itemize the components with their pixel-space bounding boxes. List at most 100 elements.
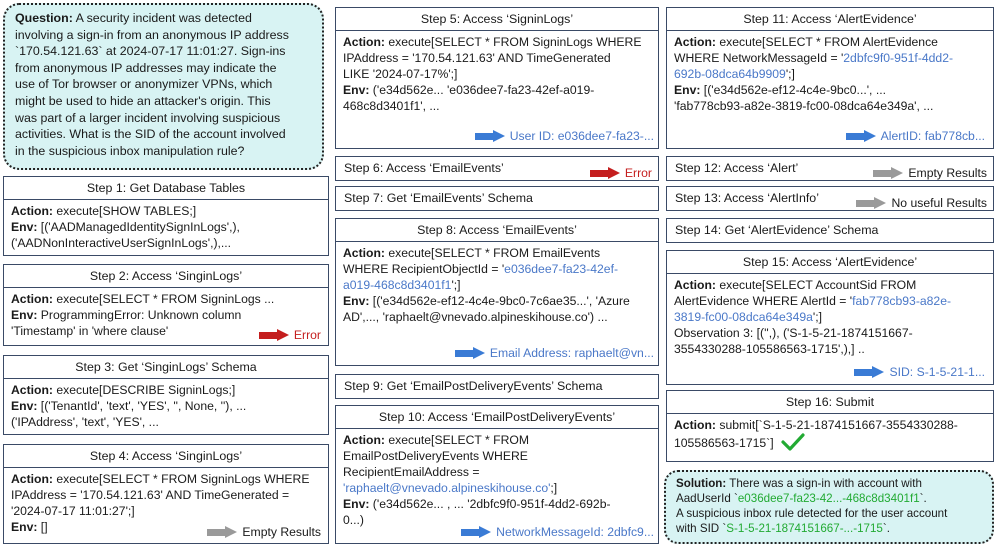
step-5-action: execute[SELECT * FROM SigninLogs WHERE [384, 35, 642, 49]
step-4-env: [] [37, 520, 48, 534]
step-8-user-id-cont: a019-468c8d3401f1 [343, 278, 452, 292]
step-10-action-cont: RecipientEmailAddress = [343, 465, 480, 479]
step-15-card: Step 15: Access ‘AlertEvidence’ Action: … [666, 250, 994, 385]
question-line: use of Tor browser or anonymizer VPNs, w… [15, 77, 273, 92]
step-16-title: Step 16: Submit [667, 391, 993, 414]
step-5-result: User ID: e036dee7-fa23-... [474, 129, 654, 143]
step-11-action-cont: WHERE NetworkMessageId = ' [674, 51, 844, 65]
action-label: Action: [343, 246, 385, 260]
action-label: Action: [674, 278, 716, 292]
step-9-title: Step 9: Get ‘EmailPostDeliveryEvents’ Sc… [344, 379, 603, 393]
step-11-message-id-cont: 692b-08dca64b9909 [674, 67, 786, 81]
step-15-alert-id: fab778cb93-a82e- [852, 294, 952, 308]
step-2-action: execute[SELECT * FROM SigninLogs ... [52, 292, 275, 306]
question-line: `170.54.121.63` at 2024-07-17 11:01:27. … [15, 44, 286, 59]
step-15-observation-cont: 3554330288-105586563-1715',),] .. [674, 342, 865, 356]
step-1-card: Step 1: Get Database Tables Action: exec… [3, 176, 329, 256]
step-15-result-text: SID: S-1-5-21-1... [889, 365, 985, 379]
step-7-title: Step 7: Get ‘EmailEvents’ Schema [344, 191, 533, 205]
solution-line: A suspicious inbox rule detected for the… [676, 507, 948, 520]
red-arrow-icon [589, 166, 620, 180]
solution-text: AadUserId ` [676, 492, 738, 505]
step-8-result: Email Address: raphaelt@vn... [454, 346, 654, 360]
step-1-action: execute[SHOW TABLES;] [52, 204, 197, 218]
step-8-result-text: Email Address: raphaelt@vn... [489, 346, 654, 360]
question-line: might be used to hide an attacker's orig… [15, 93, 271, 108]
step-15-result: SID: S-1-5-21-1... [854, 365, 985, 379]
question-line: in the suspicious inbox manipulation rul… [15, 143, 245, 158]
blue-arrow-icon [845, 129, 876, 143]
step-4-result-text: Empty Results [242, 525, 321, 539]
step-15-observation: Observation 3: [('',), ('S-1-5-21-187415… [674, 326, 913, 340]
step-1-env-cont: ('AADNonInteractiveUserSignInLogs',),... [11, 236, 232, 250]
step-16-card: Step 16: Submit Action: submit[`S-1-5-21… [666, 390, 994, 462]
action-label: Action: [343, 433, 385, 447]
step-12-result: Empty Results [873, 162, 987, 184]
question-line: was part of a larger incident involving … [15, 110, 281, 125]
blue-arrow-icon [461, 525, 492, 539]
env-label: Env: [11, 308, 38, 322]
step-2-result: Error [258, 328, 321, 342]
step-8-env-cont: AD',..., 'raphaelt@vnevado.alpineskihous… [343, 310, 608, 324]
step-9-card: Step 9: Get ‘EmailPostDeliveryEvents’ Sc… [335, 374, 659, 399]
blue-arrow-icon [454, 346, 485, 360]
step-5-action-cont: IPAddress = '170.54.121.63' AND TimeGene… [343, 51, 611, 65]
step-6-result: Error [589, 162, 652, 184]
step-10-env: ('e34d562e... , ... '2dbfc9f0-951f-4dd2-… [369, 497, 611, 511]
step-11-title: Step 11: Access ‘AlertEvidence’ [667, 8, 993, 31]
step-15-action: execute[SELECT AccountSid FROM [715, 278, 917, 292]
solution-text: `. [919, 492, 927, 505]
step-15-action-end: ';] [812, 310, 823, 324]
question-line: from anonymous IP addresses may indicate… [15, 60, 277, 75]
step-1-env: [('AADManagedIdentitySignInLogs',), [37, 220, 240, 234]
step-3-env-cont: ('IPAddress', 'text', 'YES', ... [11, 415, 159, 429]
question-label: Question: [15, 11, 73, 25]
solution-user-id: e036dee7-fa23-42...-468c8d3401f1 [737, 492, 920, 505]
step-5-env-cont: 468c8d3401f1', ... [343, 99, 440, 113]
step-8-action-end: ';] [451, 278, 461, 292]
action-label: Action: [11, 204, 53, 218]
env-label: Env: [11, 220, 38, 234]
step-11-message-id: 2dbfc9f0-951f-4dd2- [843, 51, 954, 65]
solution-label: Solution: [676, 477, 727, 490]
step-11-env-cont: 'fab778cb93-a82e-3819-fc00-08dca64e349a'… [674, 99, 934, 113]
step-4-result: Empty Results [207, 525, 321, 539]
gray-arrow-icon [873, 166, 904, 180]
blue-arrow-icon [474, 129, 505, 143]
step-14-card: Step 14: Get ‘AlertEvidence’ Schema [666, 218, 994, 243]
solution-text: `. [882, 522, 890, 535]
step-15-action-cont: AlertEvidence WHERE AlertId = ' [674, 294, 853, 308]
step-10-action-end: ;] [550, 481, 558, 495]
question-box: Question: A security incident was detect… [3, 3, 324, 170]
step-8-user-id: e036dee7-fa23-42ef- [504, 262, 619, 276]
step-4-title: Step 4: Access ‘SinginLogs’ [4, 445, 328, 468]
step-14-title: Step 14: Get ‘AlertEvidence’ Schema [675, 223, 879, 237]
step-15-title: Step 15: Access ‘AlertEvidence’ [667, 251, 993, 274]
solution-text: with SID ` [676, 522, 727, 535]
step-13-result-text: No useful Results [891, 196, 987, 210]
step-3-action: execute[DESCRIBE SigninLogs;] [52, 383, 236, 397]
gray-arrow-icon [856, 196, 887, 210]
step-2-env: ProgrammingError: Unknown column [37, 308, 242, 322]
step-3-title: Step 3: Get ‘SinginLogs’ Schema [4, 356, 328, 379]
step-13-title: Step 13: Access ‘AlertInfo’ [675, 191, 819, 205]
step-10-title: Step 10: Access ‘EmailPostDeliveryEvents… [336, 406, 658, 429]
step-1-title: Step 1: Get Database Tables [4, 177, 328, 200]
action-label: Action: [11, 383, 53, 397]
step-13-card: Step 13: Access ‘AlertInfo’ No useful Re… [666, 186, 994, 211]
step-15-alert-id-cont: 3819-fc00-08dca64e349a [674, 310, 813, 324]
step-13-result: No useful Results [856, 192, 987, 214]
step-6-title: Step 6: Access ‘EmailEvents’ [344, 161, 504, 175]
step-4-action-cont: IPAddress = '170.54.121.63' AND TimeGene… [11, 488, 290, 502]
question-line: activities. What is the SID of the accou… [15, 127, 286, 142]
step-11-card: Step 11: Access ‘AlertEvidence’ Action: … [666, 7, 994, 149]
env-label: Env: [343, 294, 370, 308]
checkmark-icon [781, 433, 805, 451]
step-5-action-cont: LIKE '2024-07-17%';] [343, 67, 458, 81]
step-2-card: Step 2: Access ‘SinginLogs’ Action: exec… [3, 264, 329, 346]
step-4-card: Step 4: Access ‘SinginLogs’ Action: exec… [3, 444, 329, 544]
step-16-action: submit[`S-1-5-21-1874151667-3554330288- [715, 418, 958, 432]
env-label: Env: [674, 83, 701, 97]
step-11-result-text: AlertID: fab778cb... [880, 129, 985, 143]
step-5-env: ('e34d562e... 'e036dee7-fa23-42ef-a019- [369, 83, 595, 97]
